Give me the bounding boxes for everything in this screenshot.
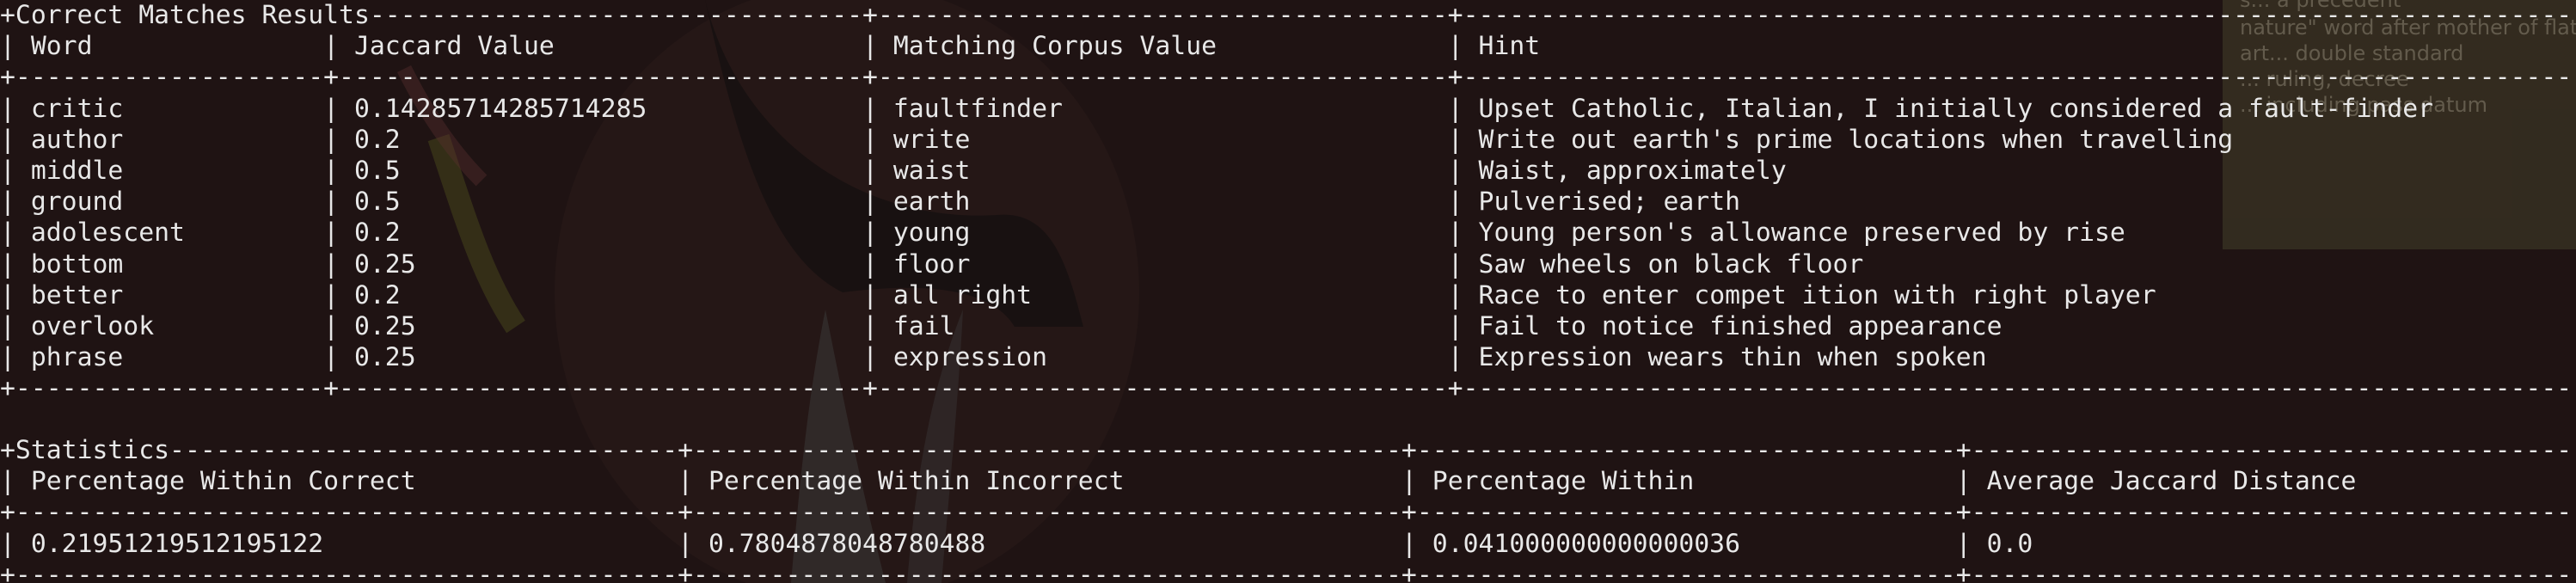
table-cell: all right (877, 279, 1448, 310)
table-cell: earth (877, 187, 1448, 218)
table-cell: 0.0 (1971, 528, 2576, 559)
correct-matches-results-table: +Correct Matches Results----------------… (0, 0, 2576, 404)
table-cell: young (877, 218, 1448, 249)
column-header: Hint (1478, 31, 1541, 62)
table-row: | bottom | 0.25 | floor | Saw wheels on … (0, 249, 2576, 280)
table-cell: Waist, approximately (1478, 155, 1787, 186)
terminal-window[interactable]: s... a precedent nature" word after moth… (0, 0, 2576, 583)
column-header: Word (15, 31, 324, 62)
table-row: | ground | 0.5 | earth | Pulverised; ear… (0, 187, 2576, 218)
column-header: Matching Corpus Value (877, 31, 1448, 62)
table-cell: write (877, 124, 1448, 155)
table-header-row: | Word | Jaccard Value | Matching Corpus… (0, 31, 2576, 62)
table-cell: 0.25 (339, 249, 863, 279)
table-border: +--------------------+------------------… (0, 62, 2576, 93)
table-border: +---------------------------------------… (0, 497, 2576, 528)
table-border: +---------------------------------------… (0, 559, 2576, 583)
table-cell: 0.7804878048780488 (693, 528, 1401, 559)
table-border: +--------------------+------------------… (0, 373, 2576, 404)
column-header: Jaccard Value (339, 31, 863, 62)
table-cell: phrase (15, 342, 324, 373)
table-cell: 0.5 (339, 187, 863, 218)
table-cell: overlook (15, 310, 324, 341)
table-cell: better (15, 279, 324, 310)
table-cell: author (15, 124, 324, 155)
table-cell: Race to enter compet ition with right pl… (1478, 279, 2156, 310)
table-cell: 0.25 (339, 342, 863, 373)
table-cell: middle (15, 155, 324, 186)
table-cell: waist (877, 155, 1448, 186)
table-cell: expression (877, 342, 1448, 373)
column-header: Percentage Within (1416, 466, 1956, 497)
table-cell: 0.2 (339, 124, 863, 155)
table-cell: Young person's allowance preserved by ri… (1478, 218, 2125, 249)
table-cell: ground (15, 187, 324, 218)
table-cell: fail (877, 310, 1448, 341)
table-cell: Saw wheels on black floor (1478, 249, 1864, 279)
table-cell: 0.2 (339, 279, 863, 310)
column-header: Average Jaccard Distance (1971, 466, 2576, 497)
table-cell: adolescent (15, 218, 324, 249)
statistics-table: +Statistics-----------------------------… (0, 435, 2576, 583)
table-row: | author | 0.2 | write | Write out earth… (0, 125, 2576, 156)
statistics-table-title: Statistics (15, 435, 170, 465)
table-cell: 0.5 (339, 155, 863, 186)
table-cell: Pulverised; earth (1478, 187, 1741, 218)
table-row: | critic | 0.14285714285714285 | faultfi… (0, 94, 2576, 125)
column-header: Percentage Within Incorrect (693, 466, 1401, 497)
table-cell: 0.2 (339, 218, 863, 249)
table-cell: faultfinder (877, 93, 1448, 124)
table-cell: floor (877, 249, 1448, 279)
table-row: | better | 0.2 | all right | Race to ent… (0, 280, 2576, 311)
table-cell: Fail to notice finished appearance (1478, 310, 2003, 341)
table-row: | phrase | 0.25 | expression | Expressio… (0, 342, 2576, 373)
table-cell: 0.14285714285714285 (339, 93, 863, 124)
table-cell: 0.21951219512195122 (15, 528, 678, 559)
table-header-row: | Percentage Within Correct | Percentage… (0, 466, 2576, 497)
table-cell: Expression wears thin when spoken (1478, 342, 1987, 373)
table-row: | middle | 0.5 | waist | Waist, approxim… (0, 156, 2576, 187)
table-row: | overlook | 0.25 | fail | Fail to notic… (0, 311, 2576, 342)
table-cell: bottom (15, 249, 324, 279)
table-row: | 0.21951219512195122 | 0.78048780487804… (0, 529, 2576, 560)
table-cell: 0.041000000000000036 (1416, 528, 1956, 559)
column-header: Percentage Within Correct (15, 466, 678, 497)
table-border: +Statistics-----------------------------… (0, 435, 2576, 465)
table-cell: critic (15, 93, 324, 124)
table-cell: Upset Catholic, Italian, I initially con… (1478, 93, 2434, 124)
table-cell: Write out earth's prime locations when t… (1478, 124, 2234, 155)
table-border: +Correct Matches Results----------------… (0, 0, 2576, 30)
table-cell: 0.25 (339, 310, 863, 341)
table-row: | adolescent | 0.2 | young | Young perso… (0, 218, 2576, 249)
results-table-title: Correct Matches Results (15, 0, 370, 30)
